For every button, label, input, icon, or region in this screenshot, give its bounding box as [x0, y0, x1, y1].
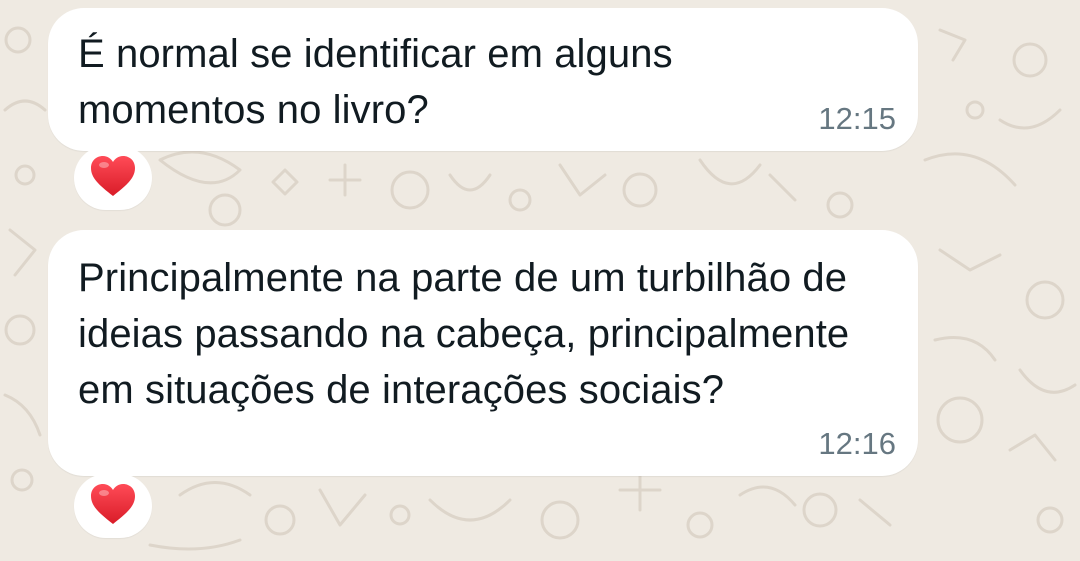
- message-bubble[interactable]: Principalmente na parte de um turbilhão …: [48, 230, 918, 476]
- message-time: 12:15: [818, 101, 896, 136]
- message-text: É normal se identificar em alguns moment…: [78, 32, 673, 132]
- heart-icon: [89, 482, 137, 531]
- reaction-badge[interactable]: [74, 146, 152, 210]
- message-time: 12:16: [818, 426, 896, 461]
- reaction-badge[interactable]: [74, 474, 152, 538]
- message-text: Principalmente na parte de um turbilhão …: [78, 256, 850, 412]
- message-bubble[interactable]: É normal se identificar em alguns moment…: [48, 8, 918, 151]
- heart-icon: [89, 154, 137, 203]
